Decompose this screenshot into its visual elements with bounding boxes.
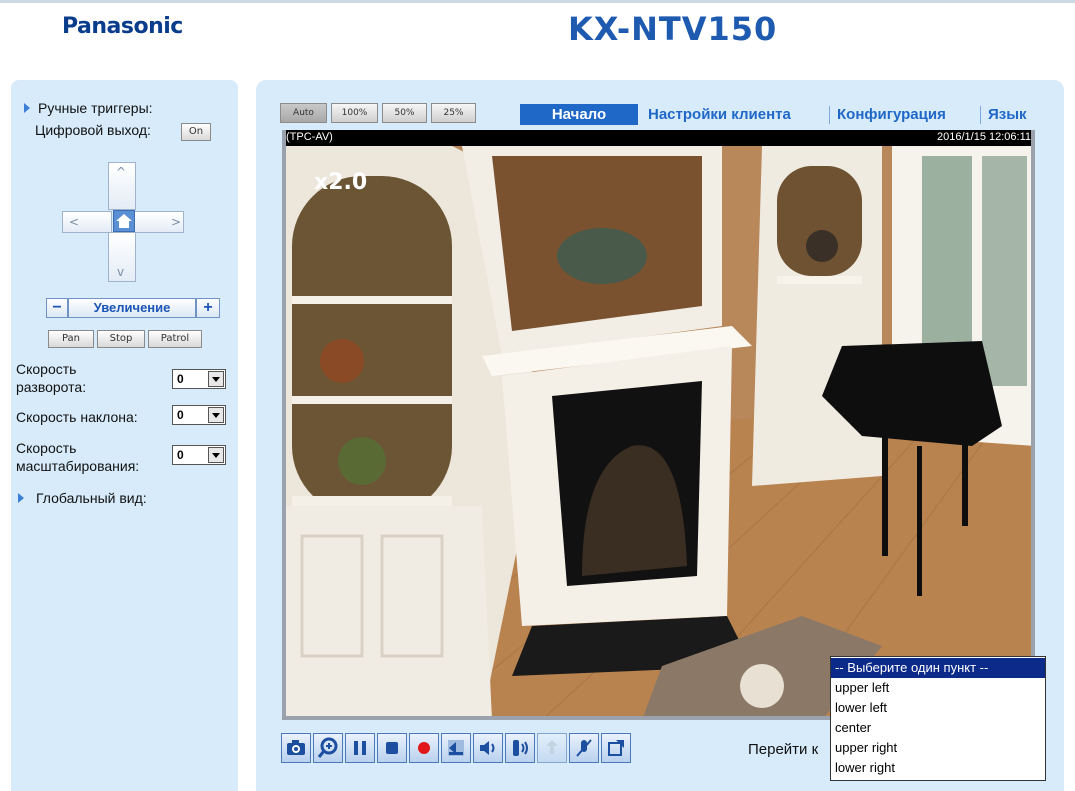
tilt-down-button[interactable]: v bbox=[108, 232, 136, 282]
zoom-speed-label-cont: масштабирования: bbox=[16, 458, 140, 474]
pause-icon bbox=[354, 741, 366, 755]
speaker-icon bbox=[480, 741, 495, 755]
chevron-down-icon bbox=[208, 407, 224, 423]
chevron-left-icon: < bbox=[69, 215, 80, 229]
patrol-button[interactable]: Patrol bbox=[148, 330, 202, 348]
global-view-label[interactable]: Глобальный вид: bbox=[36, 490, 147, 506]
tab-client-settings[interactable]: Настройки клиента bbox=[648, 104, 791, 125]
camera-name: (TPC-AV) bbox=[286, 131, 333, 143]
tab-home[interactable]: Начало bbox=[520, 104, 638, 125]
chevron-right-icon: > bbox=[171, 215, 182, 229]
page-title: KX-NTV150 bbox=[568, 10, 778, 48]
tilt-speed-value: 0 bbox=[177, 408, 184, 422]
tilt-speed-label: Скорость наклона: bbox=[16, 409, 138, 425]
chevron-up-icon: ^ bbox=[116, 165, 127, 179]
zoom-label: Увеличение bbox=[68, 298, 196, 318]
camera-view-image bbox=[282, 146, 1035, 720]
zoom-speed-select[interactable]: 0 bbox=[172, 445, 226, 465]
talk-disabled-button[interactable] bbox=[537, 733, 567, 763]
mic-mute-button[interactable] bbox=[569, 733, 599, 763]
pause-button[interactable] bbox=[345, 733, 375, 763]
home-icon bbox=[116, 214, 132, 228]
chevron-down-icon: v bbox=[117, 265, 125, 279]
digital-zoom-button[interactable] bbox=[313, 733, 343, 763]
timestamp: 2016/1/15 12:06:11 bbox=[937, 131, 1031, 143]
volume-button[interactable] bbox=[441, 733, 471, 763]
record-icon bbox=[418, 742, 430, 754]
manual-triggers-label[interactable]: Ручные триггеры: bbox=[38, 100, 153, 116]
digital-zoom-icon bbox=[317, 737, 338, 758]
view-size-label: Auto bbox=[293, 108, 314, 118]
digital-output-on-button[interactable]: On bbox=[181, 123, 211, 141]
dropdown-option[interactable]: -- Выберите один пункт -- bbox=[831, 658, 1045, 678]
brand-logo: Panasonic bbox=[62, 14, 183, 39]
fullscreen-button[interactable] bbox=[601, 733, 631, 763]
goto-preset-dropdown[interactable]: -- Выберите один пункт -- upper left low… bbox=[830, 656, 1046, 781]
tab-configuration[interactable]: Конфигурация bbox=[837, 104, 946, 125]
dropdown-option[interactable]: lower right bbox=[831, 758, 1045, 778]
pan-right-button[interactable]: > bbox=[134, 211, 184, 233]
tilt-up-button[interactable]: ^ bbox=[108, 162, 136, 210]
view-size-auto-button[interactable]: Auto bbox=[280, 103, 327, 123]
fullscreen-icon bbox=[608, 740, 624, 756]
talk-disabled-icon bbox=[546, 740, 558, 754]
chevron-down-icon bbox=[208, 371, 224, 387]
pan-speed-value: 0 bbox=[177, 372, 184, 386]
camera-snapshot-icon bbox=[287, 740, 305, 755]
view-size-50-button[interactable]: 50% bbox=[382, 103, 427, 123]
view-size-label: 100% bbox=[341, 108, 368, 118]
zoom-speed-value: 0 bbox=[177, 448, 184, 462]
talk-icon bbox=[513, 740, 528, 756]
pan-left-button[interactable]: < bbox=[62, 211, 112, 233]
nav-divider bbox=[980, 106, 981, 124]
zoom-out-button[interactable]: − bbox=[46, 298, 68, 318]
snapshot-button[interactable] bbox=[281, 733, 311, 763]
zoom-overlay: x2.0 bbox=[314, 170, 368, 195]
stop-button[interactable]: Stop bbox=[97, 330, 145, 348]
view-size-label: 50% bbox=[394, 108, 415, 118]
dropdown-option[interactable]: center bbox=[831, 718, 1045, 738]
zoom-speed-label: Скорость bbox=[16, 440, 77, 456]
speaker-button[interactable] bbox=[473, 733, 503, 763]
pan-button[interactable]: Pan bbox=[48, 330, 94, 348]
volume-down-icon bbox=[448, 740, 464, 756]
expand-arrow-icon[interactable] bbox=[24, 103, 30, 113]
dropdown-option[interactable]: lower left bbox=[831, 698, 1045, 718]
stop-stream-button[interactable] bbox=[377, 733, 407, 763]
zoom-control: − Увеличение + bbox=[46, 298, 220, 318]
pan-speed-select[interactable]: 0 bbox=[172, 369, 226, 389]
digital-output-label: Цифровой выход: bbox=[35, 122, 151, 138]
view-size-100-button[interactable]: 100% bbox=[331, 103, 378, 123]
ptz-home-button[interactable] bbox=[113, 210, 135, 232]
view-size-label: 25% bbox=[443, 108, 464, 118]
record-button[interactable] bbox=[409, 733, 439, 763]
stop-icon bbox=[386, 742, 398, 754]
nav-divider bbox=[829, 106, 830, 124]
live-video-stream[interactable]: x2.0 bbox=[282, 146, 1035, 720]
goto-label: Перейти к bbox=[748, 741, 819, 758]
view-size-25-button[interactable]: 25% bbox=[431, 103, 476, 123]
tab-language[interactable]: Язык bbox=[988, 104, 1027, 125]
top-border bbox=[0, 0, 1075, 3]
chevron-down-icon bbox=[208, 447, 224, 463]
dropdown-option[interactable]: upper right bbox=[831, 738, 1045, 758]
expand-arrow-icon[interactable] bbox=[18, 493, 24, 503]
dropdown-option[interactable]: upper left bbox=[831, 678, 1045, 698]
zoom-in-button[interactable]: + bbox=[196, 298, 220, 318]
pan-speed-label: Скорость bbox=[16, 361, 77, 377]
tilt-speed-select[interactable]: 0 bbox=[172, 405, 226, 425]
mic-mute-icon bbox=[576, 739, 592, 757]
video-caption-bar: (TPC-AV) 2016/1/15 12:06:11 bbox=[282, 130, 1035, 146]
talk-button[interactable] bbox=[505, 733, 535, 763]
pan-speed-label-cont: разворота: bbox=[16, 379, 87, 395]
